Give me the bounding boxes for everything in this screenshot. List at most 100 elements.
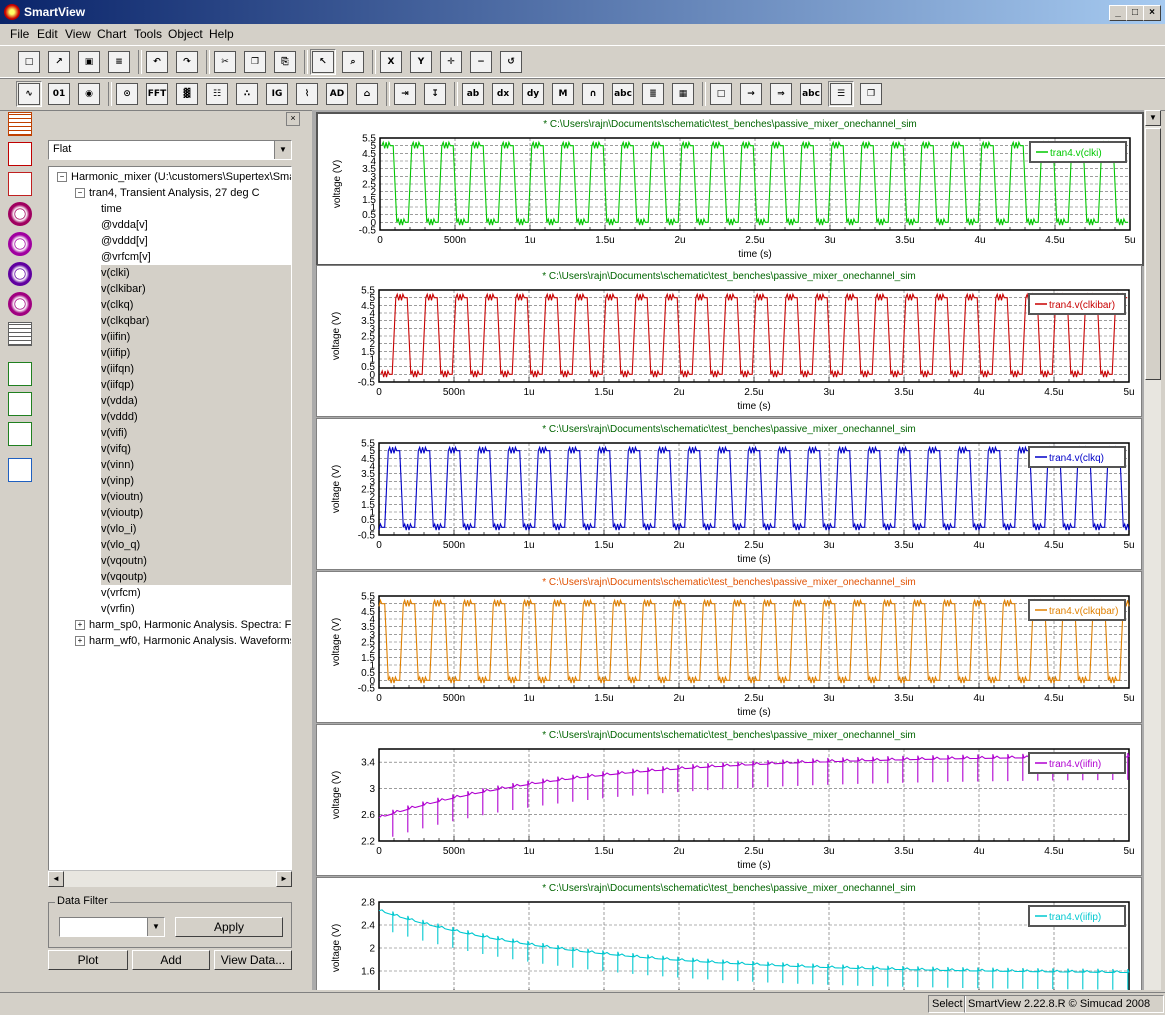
open-button[interactable]: ↗ xyxy=(46,49,72,75)
export-button[interactable]: ⌂ xyxy=(354,81,380,107)
smith-icon[interactable] xyxy=(8,232,32,256)
scroll-thumb[interactable] xyxy=(1145,128,1161,380)
tree-item-signal[interactable]: v(clki) xyxy=(101,265,291,281)
eye-diagram-icon[interactable] xyxy=(8,322,32,346)
arrow-line-button[interactable]: → xyxy=(738,81,764,107)
plot-button[interactable]: Plot xyxy=(48,950,128,970)
scroll-right-icon[interactable]: ► xyxy=(276,871,292,887)
font-button[interactable]: AD xyxy=(324,81,350,107)
bar-chart-icon[interactable] xyxy=(8,172,32,196)
zoom-x-button[interactable]: X xyxy=(378,49,404,75)
waveform-button[interactable]: ⌇ xyxy=(294,81,320,107)
maximize-button[interactable]: □ xyxy=(1126,5,1144,21)
collapse-icon[interactable]: − xyxy=(57,172,67,182)
map-icon[interactable] xyxy=(8,458,32,482)
paste-button[interactable]: ⎘ xyxy=(272,49,298,75)
chevron-down-icon[interactable]: ▼ xyxy=(147,918,164,936)
menu-file[interactable]: File xyxy=(10,27,29,41)
tree-item-signal[interactable]: v(vioutp) xyxy=(101,505,291,521)
tree-item-signal[interactable]: v(iifin) xyxy=(101,329,291,345)
menu-help[interactable]: Help xyxy=(209,27,234,41)
curve-button[interactable]: ∩ xyxy=(580,81,606,107)
tree-item-signal[interactable]: v(clkibar) xyxy=(101,281,291,297)
menu-tools[interactable]: Tools xyxy=(134,27,162,41)
smith-e-icon[interactable] xyxy=(8,292,32,316)
chart-panel[interactable]: * C:\Users\rajn\Documents\schematic\test… xyxy=(316,571,1142,723)
dots-button[interactable]: ∴ xyxy=(234,81,260,107)
arrow-button[interactable]: ⇒ xyxy=(768,81,794,107)
tree-item-node[interactable]: + harm_wf0, Harmonic Analysis. Waveforms: xyxy=(75,633,291,649)
tree-item-signal[interactable]: v(clkqbar) xyxy=(101,313,291,329)
chart-panel[interactable]: * C:\Users\rajn\Documents\schematic\test… xyxy=(316,877,1142,990)
spectrum-icon[interactable] xyxy=(8,422,32,446)
redo-button[interactable]: ↷ xyxy=(174,49,200,75)
abc-button[interactable]: abc xyxy=(610,81,636,107)
line-chart-button[interactable]: ∿ xyxy=(16,81,42,107)
print-button[interactable]: ≡ xyxy=(106,49,132,75)
copy-button[interactable]: ❐ xyxy=(242,49,268,75)
stack-button[interactable]: ≣ xyxy=(640,81,666,107)
chart-svg[interactable]: * C:\Users\rajn\Documents\schematic\test… xyxy=(317,572,1141,722)
tree-item-signal[interactable]: v(vrfcm) xyxy=(101,585,141,601)
tree-item-signal[interactable]: @vrfcm[v] xyxy=(101,249,151,265)
chart-svg[interactable]: * C:\Users\rajn\Documents\schematic\test… xyxy=(317,419,1141,569)
minimize-button[interactable]: _ xyxy=(1109,5,1127,21)
label-button[interactable]: ab xyxy=(460,81,486,107)
tree-item-signal[interactable]: @vddd[v] xyxy=(101,233,148,249)
tree-item-signal[interactable]: v(clkq) xyxy=(101,297,291,313)
menu-edit[interactable]: Edit xyxy=(37,27,58,41)
close-button[interactable]: × xyxy=(1143,5,1161,21)
chart-panel[interactable]: * C:\Users\rajn\Documents\schematic\test… xyxy=(316,265,1142,417)
tree-item-signal[interactable]: v(vinp) xyxy=(101,473,291,489)
binary-button[interactable]: 01 xyxy=(46,81,72,107)
chart-svg[interactable]: * C:\Users\rajn\Documents\schematic\test… xyxy=(317,266,1141,416)
tree-item-signal[interactable]: v(iifqn) xyxy=(101,361,291,377)
expand-icon[interactable]: + xyxy=(75,620,85,630)
plot-vertical-scrollbar[interactable]: ▲ ▼ xyxy=(1144,110,1161,990)
zoom-reset-button[interactable]: ↺ xyxy=(498,49,524,75)
menu-object[interactable]: Object xyxy=(168,27,203,41)
view-data-button[interactable]: View Data... xyxy=(214,950,292,970)
new-button[interactable]: □ xyxy=(16,49,42,75)
zoom-out-button[interactable]: − xyxy=(468,49,494,75)
tree-item-signal[interactable]: v(iifqp) xyxy=(101,377,291,393)
tree-item-node[interactable]: − Harmonic_mixer (U:\customers\Supertex\S… xyxy=(57,169,291,185)
menu-chart[interactable]: Chart xyxy=(97,27,126,41)
zoom-window-button[interactable]: ⌕ xyxy=(340,49,366,75)
x-range-button[interactable]: ⇥ xyxy=(392,81,418,107)
polar-icon[interactable] xyxy=(8,202,32,226)
dx-button[interactable]: dx xyxy=(490,81,516,107)
chart-panel[interactable]: * C:\Users\rajn\Documents\schematic\test… xyxy=(316,112,1144,266)
note-button[interactable]: □ xyxy=(708,81,734,107)
view-mode-select[interactable]: Flat ▼ xyxy=(48,140,292,160)
calculator-button[interactable]: ☷ xyxy=(204,81,230,107)
scatter-icon[interactable] xyxy=(8,362,32,386)
cut-button[interactable]: ✂ xyxy=(212,49,238,75)
text-button[interactable]: abc xyxy=(798,81,824,107)
undo-button[interactable]: ↶ xyxy=(144,49,170,75)
panel-close-icon[interactable]: × xyxy=(286,112,300,126)
tree-item-signal[interactable]: v(vddd) xyxy=(101,409,291,425)
tree-item-signal[interactable]: v(vqoutp) xyxy=(101,569,291,585)
chart-svg[interactable]: * C:\Users\rajn\Documents\schematic\test… xyxy=(318,114,1142,264)
tree-item-signal[interactable]: v(iifip) xyxy=(101,345,291,361)
plot-area[interactable]: * C:\Users\rajn\Documents\schematic\test… xyxy=(312,110,1144,990)
zoom-y-button[interactable]: Y xyxy=(408,49,434,75)
line-icon[interactable] xyxy=(8,392,32,416)
tree-horizontal-scrollbar[interactable]: ◄ ► xyxy=(48,870,292,887)
grid-icon[interactable] xyxy=(8,112,32,136)
collapse-icon[interactable]: − xyxy=(75,188,85,198)
tree-item-signal[interactable]: v(vinn) xyxy=(101,457,291,473)
chart-svg[interactable]: * C:\Users\rajn\Documents\schematic\test… xyxy=(317,725,1141,875)
grid-button[interactable]: ▦ xyxy=(670,81,696,107)
histogram-button[interactable]: ▓ xyxy=(174,81,200,107)
tree-item-signal[interactable]: v(vifq) xyxy=(101,441,291,457)
fft-button[interactable]: FFT xyxy=(144,81,170,107)
chart-panel[interactable]: * C:\Users\rajn\Documents\schematic\test… xyxy=(316,724,1142,876)
tree-item-signal[interactable]: v(vlo_i) xyxy=(101,521,291,537)
tree-item-node[interactable]: + harm_sp0, Harmonic Analysis. Spectra: F… xyxy=(75,617,291,633)
layout-button[interactable]: ☰ xyxy=(828,81,854,107)
tree-item-node[interactable]: − tran4, Transient Analysis, 27 deg C xyxy=(75,185,260,201)
tree-item-signal[interactable]: v(vifi) xyxy=(101,425,291,441)
scroll-down-icon[interactable]: ▼ xyxy=(1145,110,1161,126)
